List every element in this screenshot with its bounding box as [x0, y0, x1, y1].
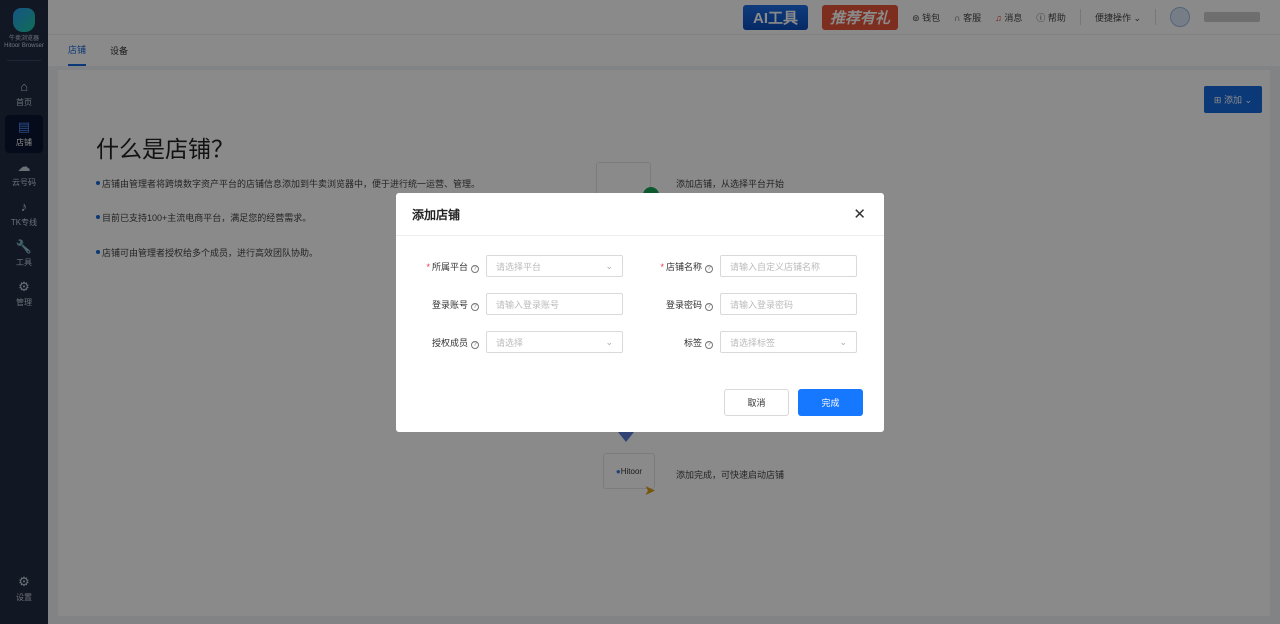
help-circle-icon[interactable]: ? — [705, 302, 713, 311]
field-label: 授权成员? — [396, 336, 486, 349]
input-field[interactable]: 请输入自定义店铺名称 — [720, 255, 857, 277]
select-field[interactable]: 请选择标签 ⌄ — [720, 331, 857, 353]
field-label: * 所属平台? — [396, 260, 486, 273]
help-circle-icon[interactable]: ? — [471, 264, 479, 273]
chevron-down-icon: ⌄ — [605, 260, 613, 271]
field-label-text: 登录密码 — [665, 299, 702, 310]
form-row: 登录账号? 请输入登录账号 — [396, 293, 623, 315]
input-field[interactable]: 请输入登录密码 — [720, 293, 857, 315]
field-label-text: 标签 — [683, 337, 702, 348]
form-row: 授权成员? 请选择 ⌄ — [396, 331, 623, 353]
select-field[interactable]: 请选择 ⌄ — [486, 331, 623, 353]
placeholder: 请选择 — [496, 337, 524, 348]
cancel-button[interactable]: 取消 — [724, 389, 789, 416]
field-label-text: 登录账号 — [431, 299, 468, 310]
select-field[interactable]: 请选择平台 ⌄ — [486, 255, 623, 277]
field-label: * 店铺名称? — [630, 260, 720, 273]
field-label: 登录账号? — [396, 298, 486, 311]
field-label: 登录密码? — [630, 298, 720, 311]
placeholder: 请选择平台 — [496, 261, 542, 272]
placeholder: 请输入登录密码 — [730, 299, 794, 310]
placeholder: 请输入登录账号 — [496, 299, 560, 310]
field-label-text: 店铺名称 — [665, 261, 702, 272]
confirm-button[interactable]: 完成 — [798, 389, 863, 416]
form-row: * 所属平台? 请选择平台 ⌄ — [396, 255, 623, 277]
form-row: 登录密码? 请输入登录密码 — [630, 293, 857, 315]
help-circle-icon[interactable]: ? — [471, 340, 479, 349]
help-circle-icon[interactable]: ? — [705, 340, 713, 349]
input-field[interactable]: 请输入登录账号 — [486, 293, 623, 315]
field-label: 标签? — [630, 336, 720, 349]
add-store-dialog: 添加店铺 ✕ * 所属平台? 请选择平台 ⌄ * 店铺名称? 请输入自定义店铺名称 登录账号… — [396, 193, 884, 432]
chevron-down-icon: ⌄ — [605, 336, 613, 347]
form-row: 标签? 请选择标签 ⌄ — [630, 331, 857, 353]
field-label-text: 授权成员 — [431, 337, 468, 348]
placeholder: 请输入自定义店铺名称 — [730, 261, 821, 272]
help-circle-icon[interactable]: ? — [705, 264, 713, 273]
field-label-text: 所属平台 — [431, 261, 468, 272]
help-circle-icon[interactable]: ? — [471, 302, 479, 311]
close-icon[interactable]: ✕ — [853, 205, 866, 223]
chevron-down-icon: ⌄ — [839, 336, 847, 347]
placeholder: 请选择标签 — [730, 337, 776, 348]
form-row: * 店铺名称? 请输入自定义店铺名称 — [630, 255, 857, 277]
dialog-title: 添加店铺 — [412, 207, 461, 222]
